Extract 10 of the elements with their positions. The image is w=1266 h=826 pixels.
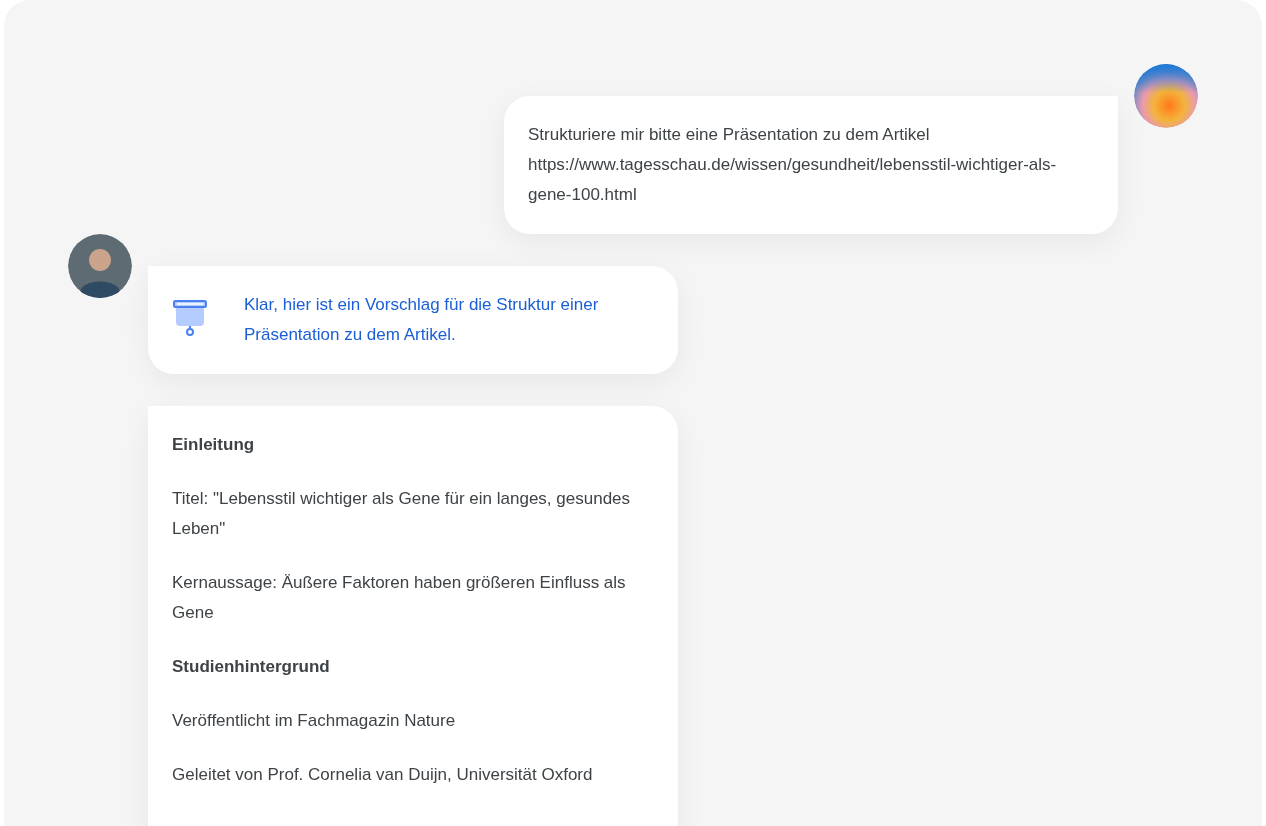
person-avatar-icon: [68, 234, 132, 298]
section-heading: Einleitung: [172, 434, 256, 456]
outline-text: Geleitet von Prof. Cornelia van Duijn, Universität Oxford: [172, 764, 594, 786]
section-heading: Studienhintergrund: [172, 656, 331, 678]
user-message: Strukturiere mir bitte eine Präsentation zu dem Artikel https://www.tagesschau.de/wissen/gesundheit/lebensstil-wichtiger-als-gene-100.html: [504, 96, 1118, 234]
assistant-message: Klar, hier ist ein Vorschlag für die Struktur einer Präsentation zu dem Artikel.: [244, 294, 600, 346]
outline-text: Veröffentlicht im Fachmagazin Nature: [172, 710, 457, 732]
projector-screen-icon: [172, 298, 208, 338]
outline-text: Kernaussage: Äußere Faktoren haben größeren Einfluss als Gene: [172, 572, 627, 624]
outline-text: Titel: "Lebensstil wichtiger als Gene für ein langes, gesundes Leben": [172, 488, 632, 540]
